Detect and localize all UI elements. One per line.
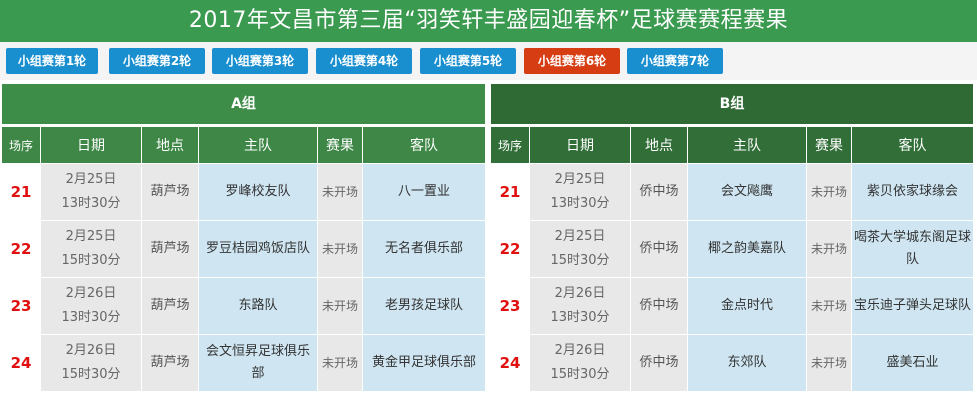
match-result: 未开场 bbox=[318, 164, 362, 220]
tab-round-4[interactable]: 小组赛第4轮 bbox=[316, 48, 412, 74]
match-time: 13时30分 bbox=[550, 196, 610, 211]
col-seq-header: 场序 bbox=[491, 127, 529, 163]
col-away-header: 客队 bbox=[852, 127, 973, 163]
match-date: 2月25日 bbox=[554, 229, 606, 244]
col-date-header: 日期 bbox=[41, 127, 141, 163]
match-venue: 侨中场 bbox=[631, 278, 687, 334]
table-row: 21 2月25日 13时30分 葫芦场 罗峰校友队 未开场 八一置业 bbox=[2, 164, 485, 220]
match-date: 2月25日 bbox=[554, 172, 606, 187]
match-time: 15时30分 bbox=[550, 253, 610, 268]
col-venue-header: 地点 bbox=[631, 127, 687, 163]
col-seq-header: 场序 bbox=[2, 127, 40, 163]
match-time: 13时30分 bbox=[61, 196, 121, 211]
match-datetime: 2月26日 15时30分 bbox=[530, 335, 630, 391]
match-datetime: 2月25日 15时30分 bbox=[530, 221, 630, 277]
match-time: 13时30分 bbox=[61, 310, 121, 325]
match-number: 21 bbox=[491, 164, 529, 220]
away-team: 八一置业 bbox=[363, 164, 485, 220]
match-number: 24 bbox=[491, 335, 529, 391]
home-team: 椰之韵美嘉队 bbox=[688, 221, 806, 277]
away-team: 无名者俱乐部 bbox=[363, 221, 485, 277]
match-datetime: 2月26日 13时30分 bbox=[530, 278, 630, 334]
match-time: 15时30分 bbox=[61, 253, 121, 268]
away-team: 紫贝依家球缘会 bbox=[852, 164, 973, 220]
tab-round-1[interactable]: 小组赛第1轮 bbox=[6, 48, 98, 74]
away-team: 老男孩足球队 bbox=[363, 278, 485, 334]
match-result: 未开场 bbox=[318, 335, 362, 391]
away-team: 黄金甲足球俱乐部 bbox=[363, 335, 485, 391]
match-datetime: 2月25日 13时30分 bbox=[41, 164, 141, 220]
match-venue: 葫芦场 bbox=[142, 335, 198, 391]
col-result-header: 赛果 bbox=[318, 127, 362, 163]
match-number: 22 bbox=[491, 221, 529, 277]
match-venue: 侨中场 bbox=[631, 164, 687, 220]
home-team: 罗豆桔园鸡饭店队 bbox=[199, 221, 317, 277]
match-result: 未开场 bbox=[318, 221, 362, 277]
home-team: 会文恒昇足球俱乐部 bbox=[199, 335, 317, 391]
match-venue: 葫芦场 bbox=[142, 221, 198, 277]
page-title: 2017年文昌市第三届“羽笑轩丰盛园迎春杯”足球赛赛程赛果 bbox=[0, 0, 977, 42]
match-time: 15时30分 bbox=[550, 367, 610, 382]
table-row: 21 2月25日 13时30分 侨中场 会文飚鹰 未开场 紫贝依家球缘会 bbox=[491, 164, 973, 220]
match-datetime: 2月25日 13时30分 bbox=[530, 164, 630, 220]
match-venue: 侨中场 bbox=[631, 335, 687, 391]
match-date: 2月25日 bbox=[65, 172, 117, 187]
match-number: 23 bbox=[491, 278, 529, 334]
group-b-title: B组 bbox=[491, 84, 973, 124]
col-date-header: 日期 bbox=[530, 127, 630, 163]
match-number: 22 bbox=[2, 221, 40, 277]
col-home-header: 主队 bbox=[688, 127, 806, 163]
match-result: 未开场 bbox=[807, 335, 851, 391]
match-result: 未开场 bbox=[807, 164, 851, 220]
match-datetime: 2月25日 15时30分 bbox=[41, 221, 141, 277]
group-a-title: A组 bbox=[2, 84, 485, 124]
table-row: 23 2月26日 13时30分 葫芦场 东路队 未开场 老男孩足球队 bbox=[2, 278, 485, 334]
tab-round-5[interactable]: 小组赛第5轮 bbox=[420, 48, 516, 74]
match-number: 24 bbox=[2, 335, 40, 391]
col-venue-header: 地点 bbox=[142, 127, 198, 163]
table-row: 24 2月26日 15时30分 侨中场 东郊队 未开场 盛美石业 bbox=[491, 335, 973, 391]
match-date: 2月26日 bbox=[65, 343, 117, 358]
match-date: 2月25日 bbox=[65, 229, 117, 244]
group-a-table: 场序 日期 地点 主队 赛果 客队 21 2月25日 13时30分 葫芦场 罗峰校… bbox=[1, 126, 486, 392]
match-date: 2月26日 bbox=[554, 286, 606, 301]
match-datetime: 2月26日 15时30分 bbox=[41, 335, 141, 391]
match-time: 15时30分 bbox=[61, 367, 121, 382]
round-tabs: 小组赛第1轮 小组赛第2轮 小组赛第3轮 小组赛第4轮 小组赛第5轮 小组赛第6… bbox=[0, 42, 977, 80]
table-row: 23 2月26日 13时30分 侨中场 金点时代 未开场 宝乐迪子弹头足球队 bbox=[491, 278, 973, 334]
match-number: 21 bbox=[2, 164, 40, 220]
match-result: 未开场 bbox=[807, 278, 851, 334]
tab-round-3[interactable]: 小组赛第3轮 bbox=[212, 48, 308, 74]
match-number: 23 bbox=[2, 278, 40, 334]
match-date: 2月26日 bbox=[554, 343, 606, 358]
home-team: 东路队 bbox=[199, 278, 317, 334]
away-team: 盛美石业 bbox=[852, 335, 973, 391]
home-team: 会文飚鹰 bbox=[688, 164, 806, 220]
col-result-header: 赛果 bbox=[807, 127, 851, 163]
col-away-header: 客队 bbox=[363, 127, 485, 163]
col-home-header: 主队 bbox=[199, 127, 317, 163]
table-row: 22 2月25日 15时30分 葫芦场 罗豆桔园鸡饭店队 未开场 无名者俱乐部 bbox=[2, 221, 485, 277]
table-header-row: 场序 日期 地点 主队 赛果 客队 bbox=[491, 127, 973, 163]
match-datetime: 2月26日 13时30分 bbox=[41, 278, 141, 334]
tab-round-2[interactable]: 小组赛第2轮 bbox=[109, 48, 205, 74]
home-team: 东郊队 bbox=[688, 335, 806, 391]
match-time: 13时30分 bbox=[550, 310, 610, 325]
table-row: 24 2月26日 15时30分 葫芦场 会文恒昇足球俱乐部 未开场 黄金甲足球俱乐… bbox=[2, 335, 485, 391]
away-team: 喝茶大学城东阁足球队 bbox=[852, 221, 973, 277]
table-row: 22 2月25日 15时30分 侨中场 椰之韵美嘉队 未开场 喝茶大学城东阁足球队 bbox=[491, 221, 973, 277]
home-team: 金点时代 bbox=[688, 278, 806, 334]
tab-round-6[interactable]: 小组赛第6轮 bbox=[524, 48, 620, 74]
match-result: 未开场 bbox=[318, 278, 362, 334]
match-venue: 葫芦场 bbox=[142, 164, 198, 220]
match-venue: 葫芦场 bbox=[142, 278, 198, 334]
away-team: 宝乐迪子弹头足球队 bbox=[852, 278, 973, 334]
group-b-table: 场序 日期 地点 主队 赛果 客队 21 2月25日 13时30分 侨中场 会文飚… bbox=[490, 126, 974, 392]
table-header-row: 场序 日期 地点 主队 赛果 客队 bbox=[2, 127, 485, 163]
tab-round-7[interactable]: 小组赛第7轮 bbox=[627, 48, 723, 74]
match-date: 2月26日 bbox=[65, 286, 117, 301]
home-team: 罗峰校友队 bbox=[199, 164, 317, 220]
match-venue: 侨中场 bbox=[631, 221, 687, 277]
match-result: 未开场 bbox=[807, 221, 851, 277]
